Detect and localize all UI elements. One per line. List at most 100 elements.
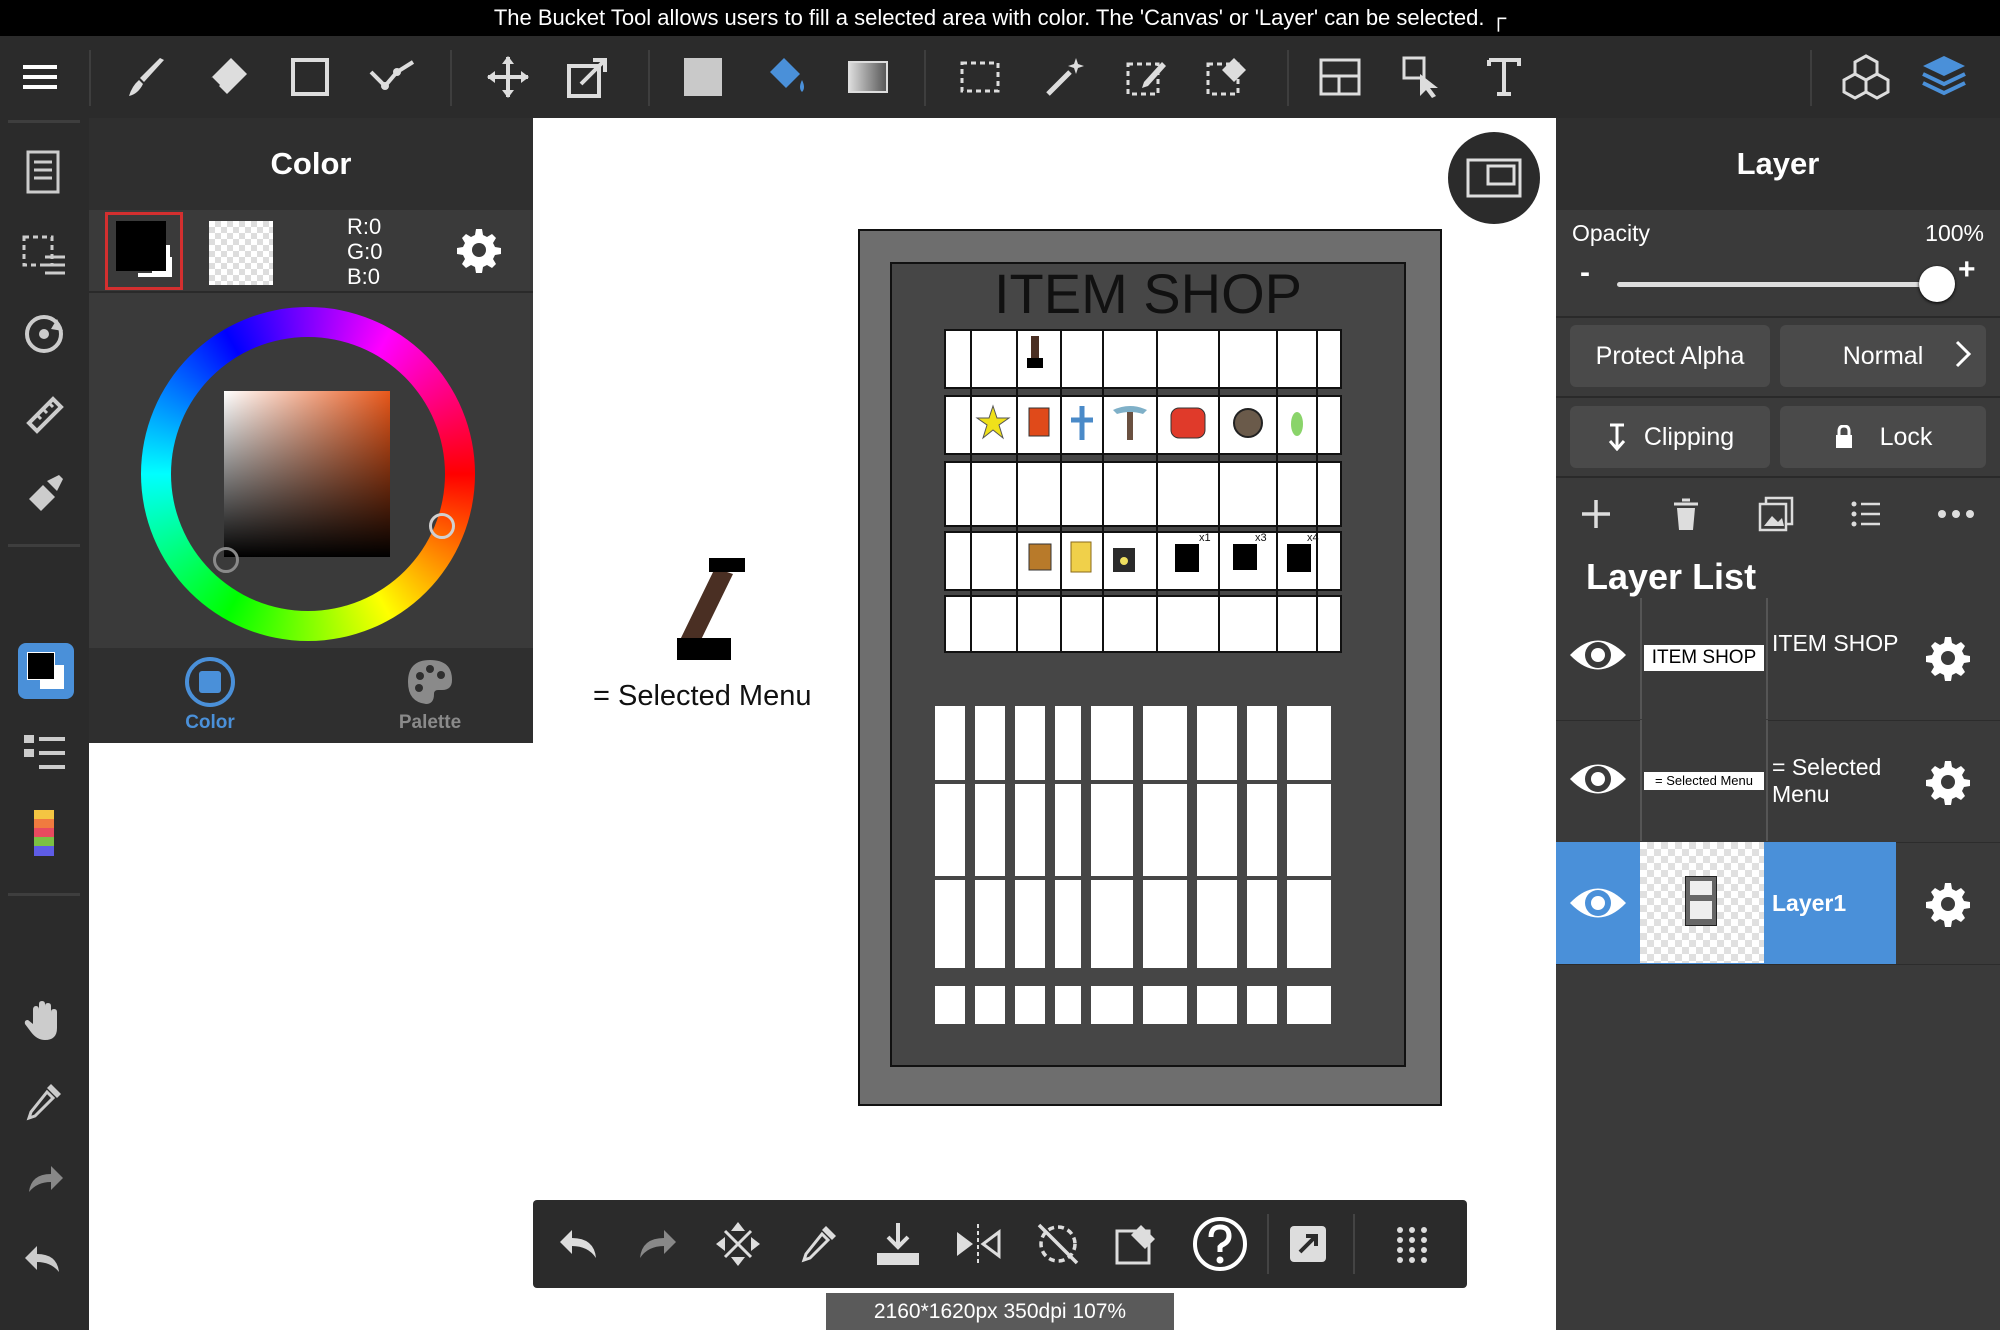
visibility-eye-icon[interactable] [1568, 756, 1628, 802]
rotate-reset-icon[interactable] [1033, 1219, 1083, 1269]
select-rect-icon[interactable] [955, 52, 1005, 102]
saturation-value-square[interactable] [224, 391, 390, 557]
thumb-text: = Selected Menu [1644, 772, 1764, 790]
undo-icon[interactable] [553, 1219, 603, 1269]
background-color-swatch[interactable] [209, 221, 273, 285]
foreground-color-swatch[interactable] [105, 212, 183, 290]
document-icon[interactable] [14, 143, 74, 203]
text-icon[interactable] [1479, 52, 1529, 102]
inventory-grid: x1 x3 x4 [943, 328, 1343, 700]
blue-value: B:0 [347, 264, 381, 289]
layer-row-layer1[interactable]: Layer1 [1556, 842, 2000, 965]
layer-row-item-shop[interactable]: ITEM SHOP ITEM SHOP [1556, 598, 2000, 721]
layer-list-title: Layer List [1586, 556, 1757, 597]
redo-icon[interactable] [633, 1219, 683, 1269]
color-panel-icon[interactable] [18, 643, 74, 699]
eyedropper-icon[interactable] [793, 1219, 843, 1269]
more-options-icon[interactable] [1936, 496, 1976, 532]
layer-list-icon[interactable] [1848, 496, 1884, 532]
hue-handle[interactable] [429, 513, 455, 539]
saturation-handle[interactable] [213, 547, 239, 573]
protect-alpha-button[interactable]: Protect Alpha [1570, 325, 1770, 387]
rectangle-icon[interactable] [285, 52, 335, 102]
lock-label: Lock [1879, 422, 1933, 451]
red-value: R:0 [347, 214, 382, 239]
tab-color-label: Color [185, 712, 235, 733]
item-shop-board: ITEM SHOP x1 x3 x4 [858, 229, 1442, 1106]
drawing-canvas[interactable]: = Selected Menu ITEM SHOP x1 x3 x4 [533, 118, 1556, 1330]
layer-image-icon[interactable] [1758, 496, 1794, 532]
grid-menu-icon[interactable] [1387, 1219, 1437, 1269]
delete-layer-trash-icon[interactable] [1668, 496, 1704, 532]
gradient-icon[interactable] [843, 52, 893, 102]
selection-layer-icon[interactable] [14, 224, 74, 284]
layer-panel-title: Layer [1556, 118, 2000, 210]
add-layer-plus-icon[interactable] [1578, 496, 1614, 532]
undo-icon[interactable] [14, 1231, 74, 1291]
bottom-toolbar [533, 1200, 1467, 1288]
clipping-button[interactable]: Clipping [1570, 406, 1770, 468]
magic-wand-icon[interactable] [1040, 52, 1090, 102]
lock-icon [1834, 425, 1854, 449]
opacity-plus-button[interactable]: + [1958, 253, 1976, 287]
menu-icon[interactable] [15, 52, 65, 102]
shop-title: ITEM SHOP [993, 262, 1303, 325]
layer-settings-gear-icon[interactable] [1924, 758, 1972, 806]
transform-icon[interactable] [563, 52, 613, 102]
fill-color-icon[interactable] [678, 52, 728, 102]
brush-icon[interactable] [122, 52, 172, 102]
tab-palette[interactable]: Palette [375, 656, 485, 734]
ruler-icon[interactable] [14, 384, 74, 444]
opacity-minus-button[interactable]: - [1580, 256, 1590, 290]
green-value: G:0 [347, 239, 383, 264]
frame-divider-icon[interactable] [1315, 52, 1365, 102]
color-settings-gear-icon[interactable] [455, 226, 503, 274]
flip-horizontal-icon[interactable] [953, 1219, 1003, 1269]
help-question-icon[interactable] [1191, 1215, 1249, 1273]
canvas-edit-icon[interactable] [1113, 1219, 1163, 1269]
color-palette-icon[interactable] [14, 803, 74, 863]
layer-row-selected-menu[interactable]: = Selected Menu = Selected Menu [1556, 720, 2000, 843]
select-pen-icon[interactable] [1122, 52, 1172, 102]
bucket-icon[interactable] [760, 52, 810, 102]
color-panel-tabs: Color Palette [89, 648, 533, 743]
share-icon[interactable] [1283, 1219, 1333, 1269]
brush-list-icon[interactable] [14, 722, 74, 782]
hue-wheel[interactable] [141, 307, 475, 641]
filter-icon[interactable] [14, 464, 74, 524]
help-banner: The Bucket Tool allows users to fill a s… [0, 0, 2000, 36]
materials-icon[interactable] [1841, 52, 1891, 102]
clipping-icon [1606, 423, 1628, 451]
visibility-eye-icon[interactable] [1568, 632, 1628, 678]
eraser-icon[interactable] [203, 52, 253, 102]
redo-icon[interactable] [14, 1151, 74, 1211]
layer-settings-gear-icon[interactable] [1924, 634, 1972, 682]
save-download-icon[interactable] [873, 1219, 923, 1269]
visibility-eye-icon[interactable] [1568, 880, 1628, 926]
frame-icon[interactable] [1448, 132, 1540, 224]
blend-mode-button[interactable]: Normal [1780, 325, 1986, 387]
badge-x3: x3 [1255, 532, 1267, 544]
move-icon[interactable] [483, 52, 533, 102]
rotate-icon[interactable] [14, 304, 74, 364]
thumb-board [1685, 876, 1717, 926]
tab-color[interactable]: Color [155, 656, 265, 734]
opacity-slider[interactable] [1617, 266, 1955, 302]
lock-button[interactable]: Lock [1780, 406, 1986, 468]
left-sidebar [0, 118, 89, 1330]
color-panel-title: Color [89, 118, 533, 210]
hand-icon[interactable] [14, 991, 74, 1051]
tab-palette-label: Palette [398, 712, 462, 733]
transform-arrows-icon[interactable] [713, 1219, 763, 1269]
select-eraser-icon[interactable] [1202, 52, 1252, 102]
opacity-slider-thumb[interactable] [1919, 266, 1955, 302]
canvas-info-status: 2160*1620px 350dpi 107% [826, 1293, 1174, 1330]
line-correction-icon[interactable] [367, 52, 417, 102]
layer-settings-gear-icon[interactable] [1924, 880, 1972, 928]
eyedropper-icon[interactable] [14, 1071, 74, 1131]
layers-icon[interactable] [1919, 52, 1969, 102]
operation-icon[interactable] [1398, 52, 1448, 102]
selected-menu-symbol [653, 558, 763, 668]
badge-x4: x4 [1307, 532, 1319, 544]
item-shop-inner: ITEM SHOP x1 x3 x4 [890, 262, 1406, 1067]
